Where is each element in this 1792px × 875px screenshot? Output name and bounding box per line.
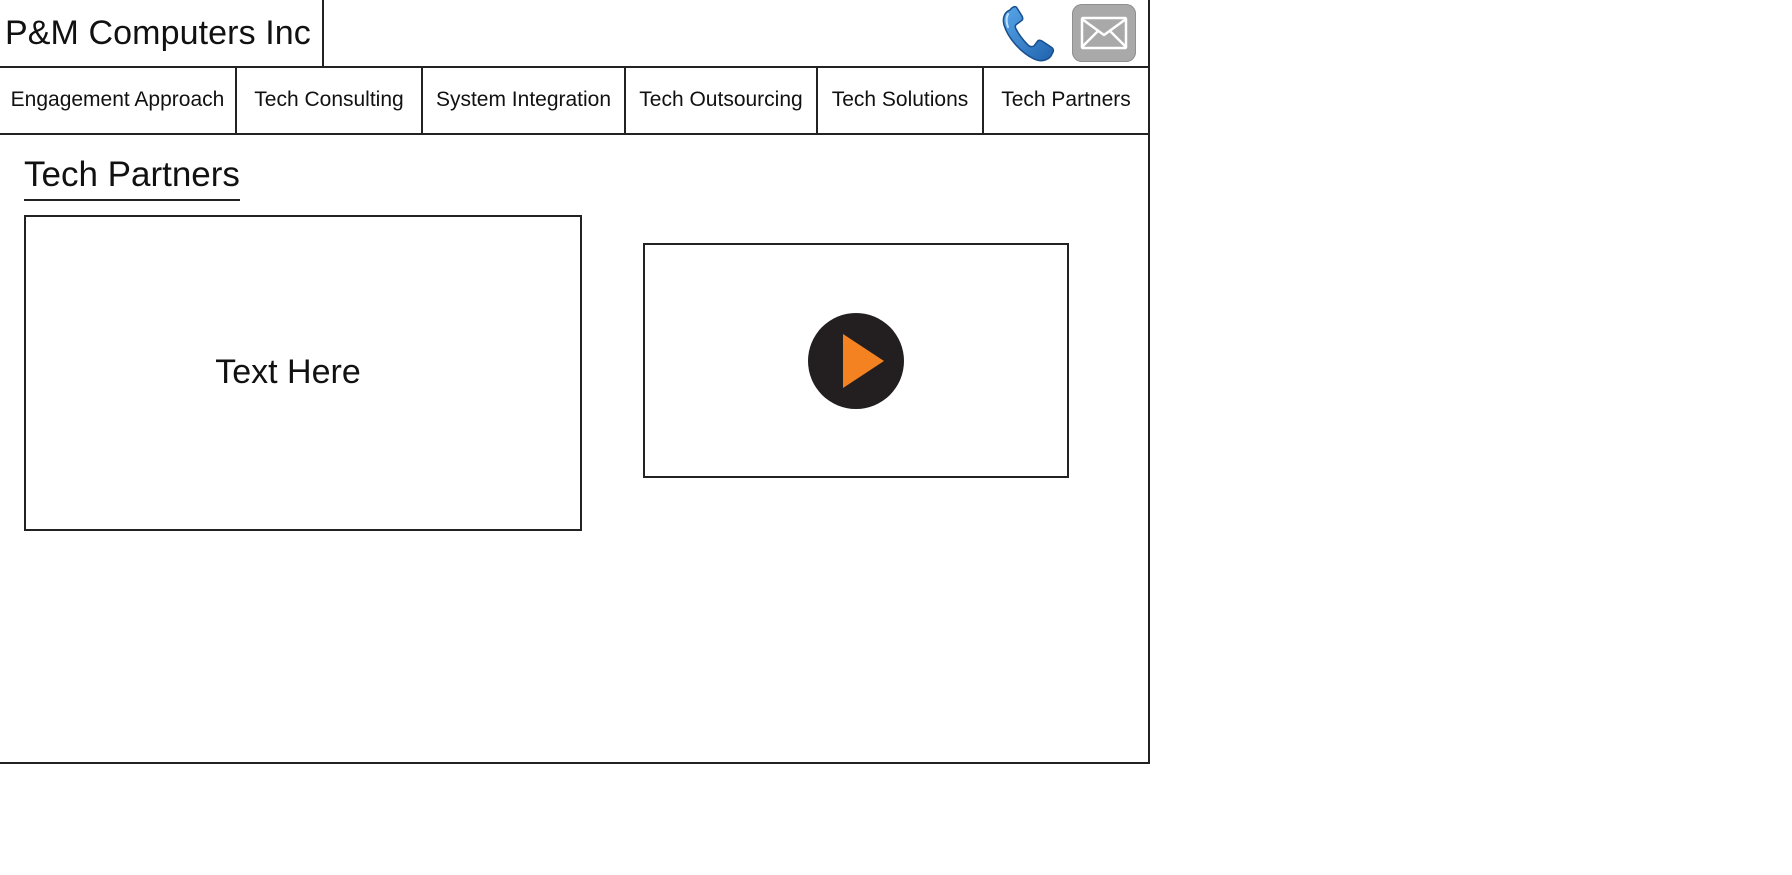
play-icon xyxy=(843,333,884,388)
nav-item-tech-outsourcing[interactable]: Tech Outsourcing xyxy=(626,67,818,133)
site-brand[interactable]: P&M Computers Inc xyxy=(0,0,324,66)
main-nav: Engagement Approach Tech Consulting Syst… xyxy=(0,67,1148,135)
nav-item-tech-solutions[interactable]: Tech Solutions xyxy=(818,67,984,133)
nav-item-engagement-approach[interactable]: Engagement Approach xyxy=(0,67,237,133)
contact-icons xyxy=(1000,4,1136,62)
text-placeholder-box: Text Here xyxy=(24,215,582,531)
nav-item-tech-consulting[interactable]: Tech Consulting xyxy=(237,67,423,133)
mail-icon[interactable] xyxy=(1072,4,1136,62)
nav-item-system-integration[interactable]: System Integration xyxy=(423,67,626,133)
phone-icon[interactable] xyxy=(1000,4,1056,62)
text-placeholder: Text Here xyxy=(215,352,361,391)
video-player[interactable] xyxy=(643,243,1069,478)
page-title: Tech Partners xyxy=(24,153,240,201)
nav-item-tech-partners[interactable]: Tech Partners xyxy=(984,67,1148,133)
play-button[interactable] xyxy=(808,312,904,409)
site-header: P&M Computers Inc xyxy=(0,0,1148,68)
page-frame: P&M Computers Inc Engagement Approach Te… xyxy=(0,0,1150,764)
